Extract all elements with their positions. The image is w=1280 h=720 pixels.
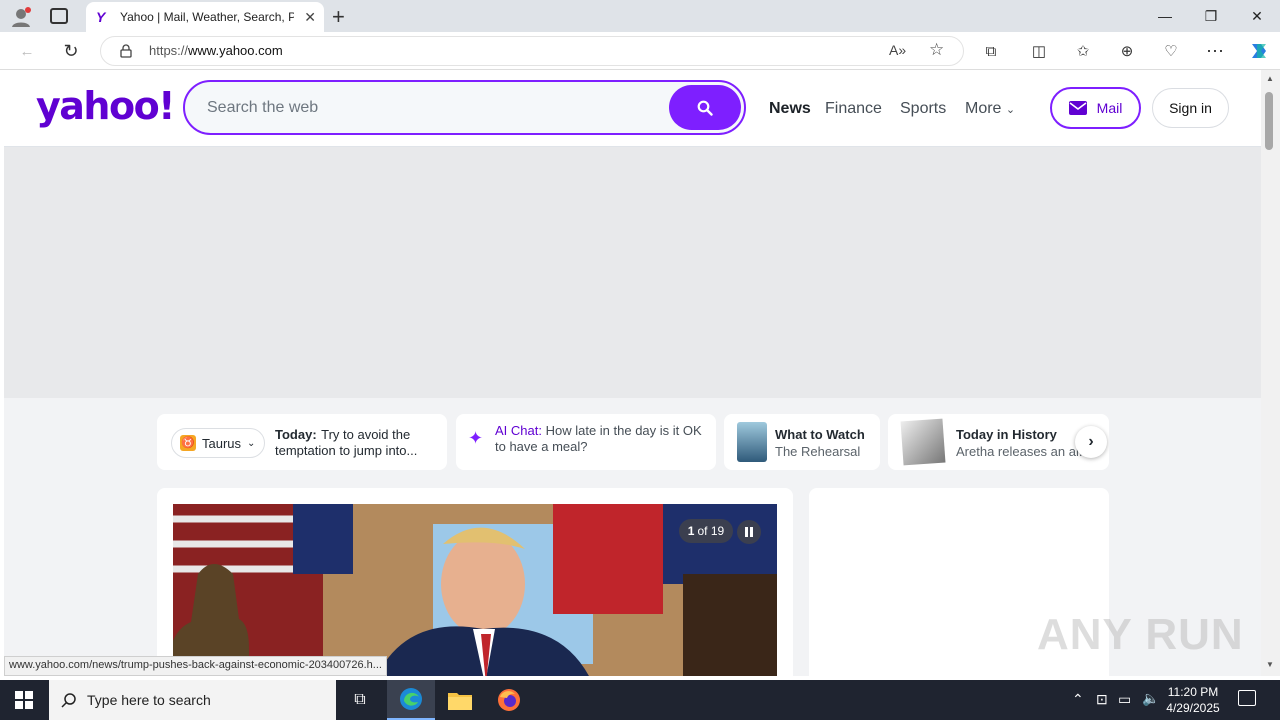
meet-now-icon[interactable]: ⊡	[1096, 691, 1108, 708]
sign-in-button[interactable]: Sign in	[1152, 88, 1229, 128]
taurus-icon: ♉	[180, 435, 196, 451]
chevron-right-icon: ›	[1088, 433, 1094, 450]
yahoo-favicon-icon: Y	[96, 9, 106, 25]
watch-title: What to Watch	[775, 427, 865, 442]
mail-button[interactable]: Mail	[1050, 87, 1141, 129]
search-input[interactable]	[207, 96, 647, 120]
search-icon	[697, 100, 713, 116]
search-box	[183, 80, 746, 135]
task-view-icon[interactable]: ⧉	[336, 680, 384, 720]
tab-strip: Y Yahoo | Mail, Weather, Search, Politic…	[0, 0, 1280, 32]
slide-counter-current: 1	[687, 524, 695, 538]
tab-title: Yahoo | Mail, Weather, Search, Politics,…	[120, 10, 295, 24]
slide-counter: 1 of 19	[679, 519, 733, 543]
mail-icon	[1068, 101, 1087, 115]
favorites-icon[interactable]: ✩	[1064, 32, 1102, 70]
browser-essentials-icon[interactable]: ♡	[1152, 32, 1190, 70]
history-thumbnail	[900, 418, 946, 466]
close-window-button[interactable]: ✕	[1234, 0, 1280, 32]
taskbar-search-placeholder: Type here to search	[87, 692, 211, 708]
page-scrollbar[interactable]: ▲ ▼	[1261, 70, 1280, 676]
chevron-down-icon: ⌄	[247, 437, 256, 449]
sidebar-module: ANY RUN	[809, 488, 1243, 676]
volume-icon[interactable]: 🔈	[1142, 690, 1159, 707]
ad-banner-area	[4, 147, 1261, 398]
nav-news[interactable]: News	[769, 100, 811, 118]
horoscope-card[interactable]: ♉ Taurus ⌄ Today: Try to avoid the tempt…	[157, 414, 447, 470]
status-bar-url: www.yahoo.com/news/trump-pushes-back-aga…	[4, 656, 387, 676]
show-hidden-icons-icon[interactable]: ⌃	[1072, 691, 1084, 708]
split-screen-icon[interactable]: ◫	[1020, 32, 1058, 70]
firefox-icon[interactable]	[485, 680, 533, 720]
watch-thumbnail	[737, 422, 767, 462]
minimize-button[interactable]: —	[1142, 0, 1188, 32]
profile-icon[interactable]	[10, 6, 32, 28]
ai-chat-card[interactable]: ✦ AI Chat: How late in the day is it OK …	[456, 414, 716, 470]
search-icon	[61, 693, 76, 708]
taskbar-clock[interactable]: 11:20 PM 4/29/2025	[1160, 684, 1226, 716]
horoscope-sign-label: Taurus	[202, 435, 242, 451]
extensions-icon[interactable]: ⧉	[972, 32, 1010, 70]
today-in-history-card[interactable]: Today in History Aretha releases an al..…	[888, 414, 1109, 470]
slide-counter-total: of 19	[697, 524, 725, 538]
pause-button[interactable]	[737, 520, 761, 544]
scrollbar-thumb[interactable]	[1265, 92, 1273, 150]
clock-date: 4/29/2025	[1166, 701, 1220, 715]
yahoo-page: yahoo! News Finance Sports More ⌄ Mail S…	[4, 70, 1261, 676]
network-icon[interactable]: ▭	[1118, 691, 1131, 708]
back-icon[interactable]: ←	[8, 32, 46, 70]
watch-subtitle: The Rehearsal	[775, 444, 861, 459]
edge-taskbar-icon[interactable]	[387, 680, 435, 720]
what-to-watch-card[interactable]: What to Watch The Rehearsal	[724, 414, 880, 470]
address-toolbar: ← ↻ https://www.yahoo.com A» ☆ ⧉ ◫ ✩ ⊕ ♡…	[0, 32, 1280, 70]
nav-sports[interactable]: Sports	[900, 100, 946, 118]
scroll-down-arrow-icon[interactable]: ▼	[1266, 660, 1274, 669]
favorite-star-icon[interactable]: ☆	[929, 40, 944, 60]
history-subtitle: Aretha releases an al...	[956, 444, 1090, 459]
horoscope-label: Today:	[275, 427, 317, 442]
url-text[interactable]: https://www.yahoo.com	[149, 43, 283, 58]
chevron-down-icon: ⌄	[1005, 104, 1016, 116]
copilot-icon[interactable]	[1240, 32, 1278, 70]
tab-actions-icon[interactable]	[50, 8, 68, 24]
horoscope-text-block: Today: Try to avoid the temptation to ju…	[275, 427, 435, 459]
address-bar[interactable]: https://www.yahoo.com A» ☆	[100, 36, 964, 66]
read-aloud-icon[interactable]: A»	[889, 42, 906, 58]
lock-icon	[120, 44, 132, 58]
history-title: Today in History	[956, 427, 1057, 442]
collections-icon[interactable]: ⊕	[1108, 32, 1146, 70]
restore-button[interactable]: ❐	[1188, 0, 1234, 32]
tab-close-icon[interactable]: ✕	[304, 9, 316, 26]
top-story-module: 1 of 19	[157, 488, 793, 676]
clock-time: 11:20 PM	[1167, 685, 1219, 699]
file-explorer-icon[interactable]	[436, 680, 484, 720]
refresh-icon[interactable]: ↻	[52, 32, 90, 70]
new-tab-button[interactable]: +	[332, 4, 345, 30]
mail-label: Mail	[1096, 100, 1123, 116]
notifications-icon[interactable]	[1238, 690, 1256, 706]
nav-more-label: More	[965, 100, 1002, 117]
search-button[interactable]	[669, 85, 741, 130]
scroll-up-arrow-icon[interactable]: ▲	[1266, 74, 1274, 83]
top-story-image[interactable]: 1 of 19	[173, 504, 777, 676]
tab-yahoo[interactable]: Y Yahoo | Mail, Weather, Search, Politic…	[86, 2, 324, 32]
nav-more[interactable]: More ⌄	[965, 100, 1015, 118]
next-card-button[interactable]: ›	[1075, 426, 1107, 458]
windows-logo-icon	[15, 691, 33, 709]
pause-icon	[745, 527, 753, 537]
sparkle-icon: ✦	[468, 428, 484, 448]
start-button[interactable]	[0, 680, 48, 720]
ai-chat-text-block: AI Chat: How late in the day is it OK to…	[495, 423, 707, 455]
yahoo-header: yahoo! News Finance Sports More ⌄ Mail S…	[4, 70, 1261, 147]
watermark: ANY RUN	[1037, 610, 1244, 659]
ai-chat-label: AI Chat:	[495, 423, 542, 438]
horoscope-sign-selector[interactable]: ♉ Taurus ⌄	[171, 428, 265, 458]
settings-more-icon[interactable]: ⋯	[1196, 32, 1234, 70]
yahoo-logo[interactable]: yahoo!	[36, 84, 176, 128]
nav-finance[interactable]: Finance	[825, 100, 882, 118]
windows-taskbar: Type here to search ⧉ ⌃ ⊡ ▭ 🔈 11:20 PM 4…	[0, 680, 1280, 720]
taskbar-search[interactable]: Type here to search	[49, 680, 336, 720]
